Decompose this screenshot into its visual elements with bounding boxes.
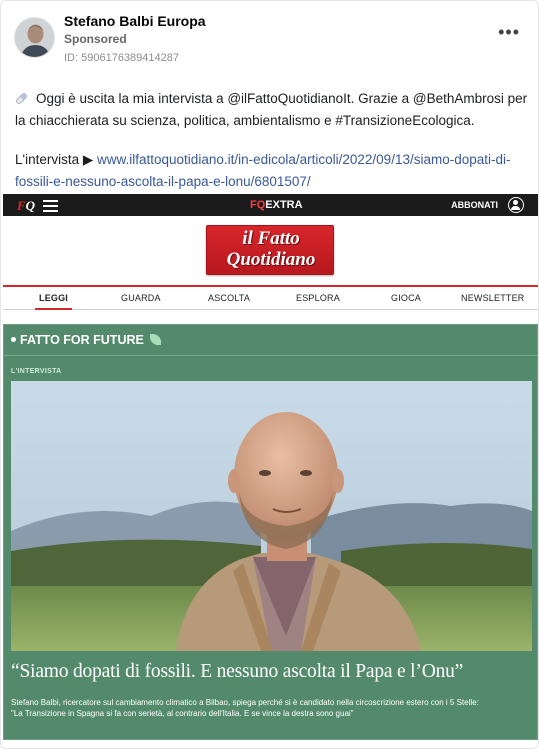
article-caption: Stefano Balbi, ricercatore sul cambiamen…	[11, 697, 532, 719]
abbonati-label: ABBONATI	[451, 200, 498, 210]
masthead-logo: il Fatto Quotidiano	[206, 225, 334, 275]
sponsored-label: Sponsored	[64, 32, 127, 46]
site-topbar: FQ FQEXTRA ABBONATI	[3, 194, 538, 216]
sponsored-post-card: Stefano Balbi Europa Sponsored ID: 59061…	[0, 0, 539, 749]
site-nav: LEGGI GUARDA ASCOLTA ESPLORA GIOCA NEWSL…	[3, 290, 538, 310]
caption-line-2: "La Transizione in Spagna si fa con seri…	[11, 709, 354, 718]
leaf-icon	[149, 334, 161, 345]
fq-label: FQ	[250, 199, 266, 211]
menu-icon	[43, 200, 58, 212]
fq-small-logo: FQ	[17, 198, 35, 214]
ad-id: ID: 5906176389414287	[64, 52, 179, 64]
more-options-icon[interactable]: •••	[498, 23, 520, 41]
article-headline: “Siamo dopati di fossili. E nessuno asco…	[11, 661, 464, 682]
section-title: FATTO FOR FUTURE	[11, 333, 161, 347]
post-text-body: Oggi è uscita la mia intervista a @ilFat…	[15, 91, 528, 128]
nav-item-gioca: GIOCA	[391, 293, 422, 303]
nav-divider	[3, 285, 538, 287]
pill-emoji-icon	[16, 93, 27, 104]
author-avatar[interactable]	[14, 17, 55, 58]
extra-label: EXTRA	[265, 199, 303, 211]
masthead-line1: il Fatto	[242, 228, 300, 249]
avatar-photo-icon	[15, 18, 54, 57]
post-link-line: L'intervista ▶ www.ilfattoquotidiano.it/…	[15, 149, 530, 193]
masthead-line2: Quotidiano	[226, 249, 316, 270]
article-preview-image[interactable]: FQ FQEXTRA ABBONATI il Fatto Quotidiano …	[3, 194, 538, 740]
logo-q: Q	[25, 198, 36, 213]
logo-f: F	[17, 198, 26, 213]
tag-label: L'INTERVISTA	[11, 368, 62, 375]
nav-item-esplora: ESPLORA	[296, 293, 340, 303]
portrait-illustration	[11, 381, 532, 651]
bullet-icon	[11, 337, 16, 342]
author-name[interactable]: Stefano Balbi Europa	[64, 13, 206, 29]
nav-item-newsletter: NEWSLETTER	[461, 293, 525, 303]
nav-item-leggi: LEGGI	[34, 293, 73, 310]
link-prefix: L'intervista ▶	[15, 152, 94, 167]
fq-extra-label: FQEXTRA	[250, 199, 303, 211]
nav-item-ascolta: ASCOLTA	[208, 293, 251, 303]
nav-item-guarda: GUARDA	[121, 293, 161, 303]
user-icon	[508, 197, 524, 213]
post-text: Oggi è uscita la mia intervista a @ilFat…	[15, 88, 530, 132]
fatto-for-future-panel: FATTO FOR FUTURE L'INTERVISTA “Siamo dop…	[3, 324, 538, 740]
interviewee-photo	[11, 381, 532, 651]
section-title-text: FATTO FOR FUTURE	[20, 333, 144, 347]
caption-line-1: Stefano Balbi, ricercatore sul cambiamen…	[11, 698, 479, 707]
section-divider	[4, 355, 538, 356]
